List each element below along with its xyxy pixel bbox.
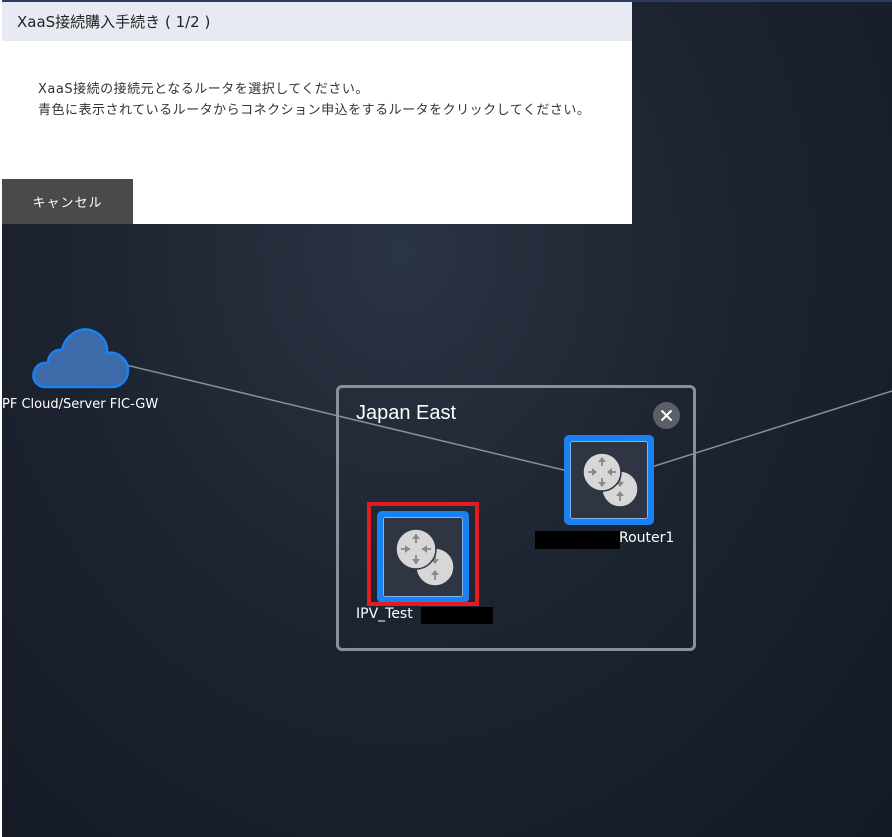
- cloud-label: PF Cloud/Server FIC-GW: [2, 397, 159, 412]
- router-node-ipv-test[interactable]: [377, 511, 469, 603]
- dialog-instruction-1: XaaS接続の接続元となるルータを選択してください。: [38, 82, 369, 97]
- cancel-button[interactable]: キャンセル: [2, 179, 133, 224]
- dialog-title: XaaS接続購入手続き ( 1/2 ): [17, 13, 211, 31]
- dialog-instruction-2: 青色に表示されているルータからコネクション申込をするルータをクリックしてください…: [38, 103, 591, 118]
- router-label: IPV_Test: [356, 606, 413, 622]
- router-icon: [582, 452, 639, 508]
- router-node-router1[interactable]: [564, 435, 654, 525]
- redacted-text: [535, 531, 620, 549]
- router-label: Router1: [619, 530, 675, 546]
- router-icon: [395, 528, 455, 587]
- xaas-purchase-dialog: XaaS接続購入手続き ( 1/2 ) XaaS接続の接続元となるルータを選択し…: [2, 2, 632, 224]
- cloud-icon[interactable]: [32, 325, 132, 389]
- region-title: Japan East: [356, 402, 457, 424]
- close-icon: [660, 409, 673, 422]
- left-rule: [0, 0, 2, 837]
- region-close-button[interactable]: [653, 402, 680, 429]
- dialog-body: XaaS接続の接続元となるルータを選択してください。 青色に表示されているルータ…: [2, 41, 632, 121]
- redacted-text: [421, 607, 493, 624]
- dialog-header: XaaS接続購入手続き ( 1/2 ): [2, 2, 632, 41]
